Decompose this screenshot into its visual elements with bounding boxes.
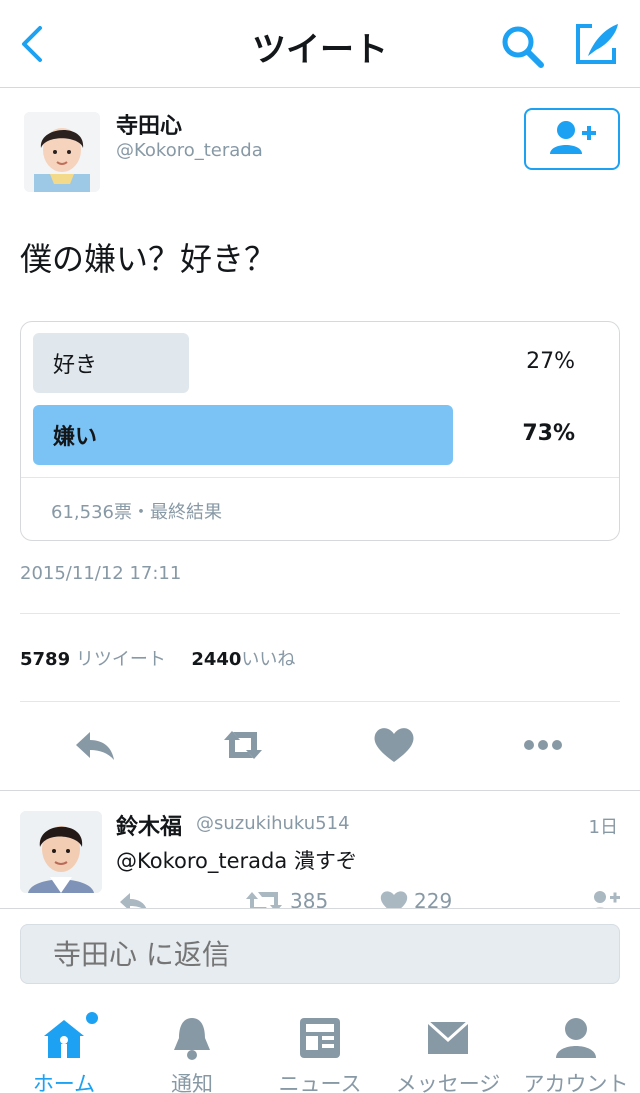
author-handle[interactable]: @Kokoro_terada (116, 140, 263, 161)
tab-label: ニュース (278, 1072, 362, 1093)
retweet-stats[interactable]: 5789 リツイート (20, 649, 166, 670)
add-user-icon (591, 891, 620, 910)
poll-vote-summary: 61,536票・最終結果 (51, 502, 222, 523)
poll-option: 好き 27% (33, 333, 609, 393)
like-count: 2440 (191, 649, 242, 670)
tweet-author: 寺田心 @Kokoro_terada (0, 100, 640, 200)
compose-icon[interactable] (572, 20, 622, 68)
tab-label: 通知 (171, 1072, 213, 1093)
envelope-icon (426, 1020, 470, 1054)
retweet-icon (246, 892, 282, 910)
retweet-icon[interactable] (218, 720, 268, 770)
search-icon[interactable] (498, 22, 546, 70)
poll-option-winner: 嫌い 73% (33, 405, 609, 465)
poll-option-label: 嫌い (53, 425, 98, 450)
avatar-image (24, 112, 100, 192)
reply-composer (0, 908, 640, 1000)
retweet-count: 5789 (20, 649, 71, 670)
reply-author-handle[interactable]: @suzukihuku514 (196, 813, 350, 834)
reply-input[interactable] (20, 924, 620, 984)
divider (20, 613, 620, 614)
reply-icon (120, 893, 148, 910)
divider (21, 477, 619, 478)
divider (20, 701, 620, 702)
poll-option-label: 好き (53, 353, 98, 378)
tab-label: アカウント (523, 1072, 629, 1093)
retweet-label: リツイート (70, 649, 166, 670)
reply-tweet[interactable]: 鈴木福 @suzukihuku514 1日 @Kokoro_terada 潰すぞ… (0, 790, 640, 910)
reply-reply-action[interactable] (116, 887, 152, 910)
avatar[interactable] (20, 811, 102, 893)
tab-messages[interactable]: メッセージ (384, 1012, 512, 1093)
notification-dot-icon (86, 1012, 98, 1024)
bell-icon (174, 1018, 210, 1060)
reply-retweet-action[interactable]: 385 (244, 887, 328, 910)
avatar[interactable] (24, 112, 100, 192)
poll-card: 好き 27% 嫌い 73% 61,536票・最終結果 (20, 321, 620, 541)
nav-header: ツイート (0, 0, 640, 88)
like-stats[interactable]: 2440いいね (191, 649, 295, 670)
reply-like-action[interactable]: 229 (378, 887, 452, 910)
home-icon (44, 1020, 84, 1058)
tab-news[interactable]: ニュース (256, 1012, 384, 1093)
poll-option-percent: 27% (526, 349, 575, 374)
reply-icon[interactable] (70, 720, 120, 770)
tweet-actions (0, 720, 640, 772)
news-icon (300, 1018, 340, 1058)
reply-follow-action[interactable] (586, 887, 622, 910)
tab-notifications[interactable]: 通知 (128, 1012, 256, 1093)
like-heart-icon[interactable] (369, 720, 419, 770)
avatar-image (20, 811, 102, 893)
reply-author-name[interactable]: 鈴木福 (116, 809, 182, 841)
reply-like-count: 229 (414, 889, 453, 910)
reply-text: @Kokoro_terada 潰すぞ (116, 849, 357, 873)
user-icon (556, 1018, 596, 1058)
add-user-icon (550, 121, 596, 154)
tweet-text: 僕の嫌い？好き？ (20, 240, 277, 278)
tweet-stats: 5789 リツイート 2440いいね (20, 645, 295, 671)
author-name[interactable]: 寺田心 (116, 108, 182, 140)
tab-account[interactable]: アカウント (512, 1012, 640, 1093)
like-heart-icon (380, 891, 408, 910)
more-icon[interactable] (518, 720, 568, 770)
follow-button[interactable] (524, 108, 620, 170)
reply-retweet-count: 385 (290, 889, 329, 910)
tab-home[interactable]: ホーム (0, 1012, 128, 1093)
tab-label: メッセージ (395, 1072, 501, 1093)
tab-bar: ホーム 通知 ニュース メッセージ アカウント (0, 1000, 640, 1093)
poll-option-percent: 73% (522, 421, 575, 446)
tweet-timestamp: 2015/11/12 17:11 (20, 563, 182, 584)
like-label: いいね (241, 649, 296, 670)
reply-time: 1日 (588, 817, 618, 838)
